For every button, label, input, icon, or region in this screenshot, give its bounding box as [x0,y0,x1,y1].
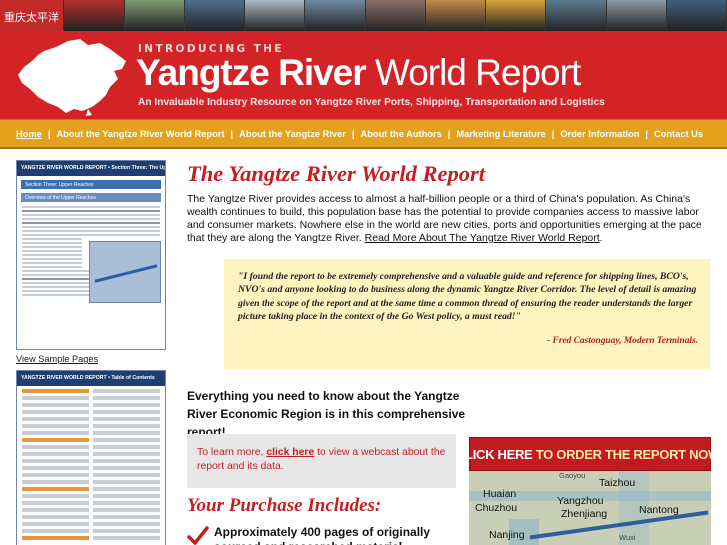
toc-row [22,396,160,400]
header-photo [666,0,727,31]
toc-row [22,417,160,421]
main-content: The Yangtze River World Report The Yangt… [187,160,715,545]
nav-about-river[interactable]: About the Yangtze River [239,129,346,139]
intro-paragraph: The Yangtze River provides access to alm… [187,193,715,245]
map-label-wuxi: Wuxi [619,533,636,542]
main-nav: Home | About the Yangtze River World Rep… [0,119,727,149]
toc-row [22,508,160,512]
page-title: The Yangtze River World Report [187,161,485,186]
header-photo [546,0,607,31]
order-report-button[interactable]: CLICK HERE TO ORDER THE REPORT NOW! [469,437,711,471]
nav-home[interactable]: Home [16,129,42,139]
order-button-click-here: CLICK HERE [469,446,533,462]
intro-tail: . [599,232,603,244]
nav-separator: | [230,128,234,139]
sample-page-map [89,241,161,303]
map-label-chuzhou: Chuzhou [475,502,518,514]
testimonial-box: "I found the report to be extremely comp… [224,259,710,369]
header-photo [425,0,486,31]
sample-page-thumbnail[interactable]: YANGTZE RIVER WORLD REPORT • Section Thr… [16,160,166,350]
nav-separator: | [645,128,648,139]
nav-separator: | [47,128,51,139]
toc-row [22,522,160,526]
header-photo-strip: 重庆太平洋 [0,0,727,31]
header-photo: 重庆太平洋 [0,0,65,31]
toc-row [22,445,160,449]
testimonial-attribution: - Fred Castonguay, Modern Terminals. [547,335,698,346]
header-banner: INTRODUCING THE Yangtze River World Repo… [0,31,727,119]
sample-page-header: YANGTZE RIVER WORLD REPORT • Section Thr… [17,161,165,176]
view-sample-pages-link[interactable]: View Sample Pages [16,354,166,364]
map-label-huaian: Huaian [483,488,517,500]
testimonial-quote: "I found the report to be extremely comp… [238,271,697,323]
header-photo [245,0,306,31]
header-photo [365,0,426,31]
webcast-link[interactable]: click here [266,447,314,458]
site-tagline: An Invaluable Industry Resource on Yangt… [138,97,605,108]
order-button-text: TO ORDER THE REPORT NOW! [532,446,711,462]
feature-item: Approximately 400 pages of originally so… [187,522,457,545]
toc-row [22,480,160,484]
china-map-icon [18,39,126,116]
map-label-zhenjiang: Zhenjiang [561,508,608,520]
sample-page-subsection: Overview of the Upper Reaches [21,193,161,202]
toc-row [22,536,160,540]
nav-about-authors[interactable]: About the Authors [361,129,442,139]
toc-row [22,529,160,533]
sample-page-section: Section Three: Upper Reaches [21,180,161,189]
order-panel: Gaoyou Taizhou Huaian Yangzhou Chuzhou N… [469,437,711,545]
site-title-bold: Yangtze River [136,52,367,93]
site-title: Yangtze River World Report [136,52,581,94]
header-photo [124,0,185,31]
nav-marketing-literature[interactable]: Marketing Literature [456,129,545,139]
value-statement: Everything you need to know about the Ya… [187,389,466,439]
webcast-box: To learn more, click here to view a webc… [187,434,456,488]
toc-row [22,410,160,414]
read-more-link[interactable]: Read More About The Yangtze River World … [365,232,600,244]
toc-row [22,403,160,407]
toc-page-thumbnail[interactable]: YANGTZE RIVER WORLD REPORT • Table of Co… [16,370,166,545]
header-photo [305,0,366,31]
toc-row [22,424,160,428]
nav-separator: | [551,128,555,139]
toc-page-header: YANGTZE RIVER WORLD REPORT • Table of Co… [17,371,165,386]
feature-text: Approximately 400 pages of originally so… [214,525,431,545]
map-label-yangzhou: Yangzhou [557,495,604,507]
toc-row [22,459,160,463]
toc-row [22,389,160,393]
yangtze-delta-map: Gaoyou Taizhou Huaian Yangzhou Chuzhou N… [469,471,711,545]
toc-row [22,494,160,498]
map-label-gaoyou: Gaoyou [559,471,586,480]
header-photo [64,0,125,31]
nav-about-report[interactable]: About the Yangtze River World Report [56,129,224,139]
toc-row [22,501,160,505]
header-photo [606,0,667,31]
toc-row [22,515,160,519]
sample-pages-column: YANGTZE RIVER WORLD REPORT • Section Thr… [16,160,166,545]
toc-row [22,431,160,435]
map-label-taizhou: Taizhou [599,477,636,489]
map-label-nantong: Nantong [639,504,679,516]
site-title-light: World Report [374,52,581,93]
nav-separator: | [351,128,355,139]
nav-separator: | [447,128,451,139]
webcast-text-pre: To learn more, [197,447,267,458]
toc-row [22,438,160,442]
nav-order-information[interactable]: Order Information [560,129,639,139]
map-label-nanjing: Nanjing [489,529,525,541]
checkmark-icon [187,526,209,545]
header-photo [486,0,547,31]
header-photo [184,0,245,31]
toc-row [22,473,160,477]
toc-row [22,452,160,456]
purchase-includes-heading: Your Purchase Includes: [187,495,382,516]
nav-contact-us[interactable]: Contact Us [654,129,703,139]
toc-row [22,466,160,470]
toc-row [22,487,160,491]
